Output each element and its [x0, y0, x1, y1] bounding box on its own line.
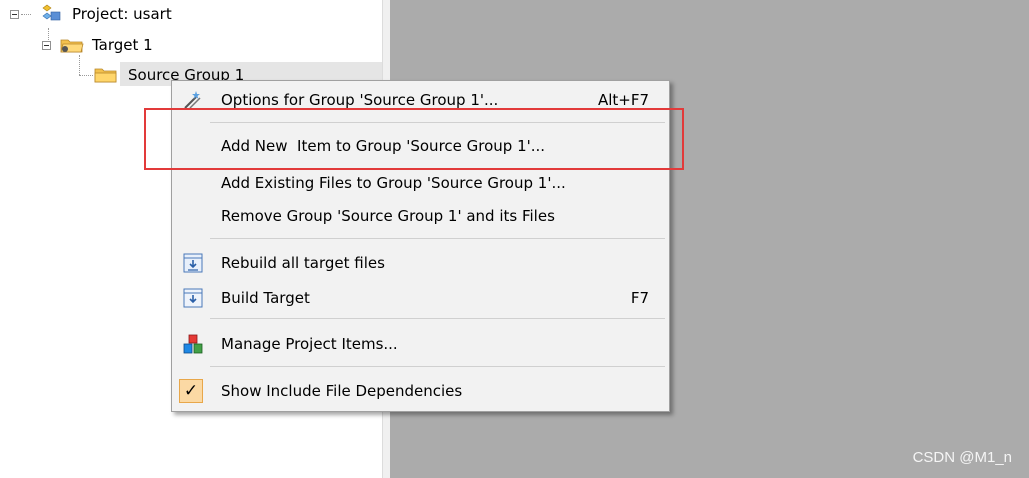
- project-label: Project: usart: [72, 5, 172, 23]
- watermark: CSDN @M1_n: [912, 449, 1012, 466]
- folder-icon: [94, 66, 118, 84]
- menu-item-rebuild-all[interactable]: Rebuild all target files: [172, 248, 669, 278]
- tree-item-project[interactable]: Project: usart: [10, 3, 172, 25]
- manage-items-icon: [182, 333, 204, 355]
- menu-item-add-existing-files[interactable]: Add Existing Files to Group 'Source Grou…: [172, 168, 669, 198]
- project-icon: [39, 4, 63, 24]
- menu-item-label: Options for Group 'Source Group 1'...: [221, 91, 499, 109]
- menu-item-show-include-dependencies[interactable]: ✓ Show Include File Dependencies: [172, 376, 669, 406]
- target-label: Target 1: [92, 36, 153, 54]
- collapse-icon[interactable]: [10, 9, 19, 19]
- menu-separator: [210, 366, 665, 367]
- build-icon: [182, 287, 204, 309]
- menu-item-label: Build Target: [221, 289, 310, 307]
- tree-line: [79, 75, 93, 76]
- rebuild-icon: [182, 252, 204, 274]
- menu-separator: [210, 318, 665, 319]
- menu-item-label: Add Existing Files to Group 'Source Grou…: [221, 174, 566, 192]
- menu-item-shortcut: Alt+F7: [597, 91, 649, 109]
- menu-item-build-target[interactable]: Build Target F7: [172, 283, 669, 313]
- menu-item-label: Show Include File Dependencies: [221, 382, 463, 400]
- menu-item-label: Remove Group 'Source Group 1' and its Fi…: [221, 207, 555, 225]
- annotation-highlight-box: [144, 108, 684, 170]
- checkmark-icon: ✓: [179, 379, 203, 403]
- tree-line: [79, 55, 80, 75]
- menu-item-remove-group[interactable]: Remove Group 'Source Group 1' and its Fi…: [172, 201, 669, 231]
- menu-item-shortcut: F7: [630, 289, 649, 307]
- menu-separator: [210, 238, 665, 239]
- menu-item-manage-project-items[interactable]: Manage Project Items...: [172, 329, 669, 359]
- collapse-icon[interactable]: [42, 40, 51, 50]
- target-folder-icon: [60, 36, 84, 54]
- menu-item-label: Manage Project Items...: [221, 335, 398, 353]
- menu-item-label: Rebuild all target files: [221, 254, 385, 272]
- tree-item-target[interactable]: Target 1: [42, 34, 153, 56]
